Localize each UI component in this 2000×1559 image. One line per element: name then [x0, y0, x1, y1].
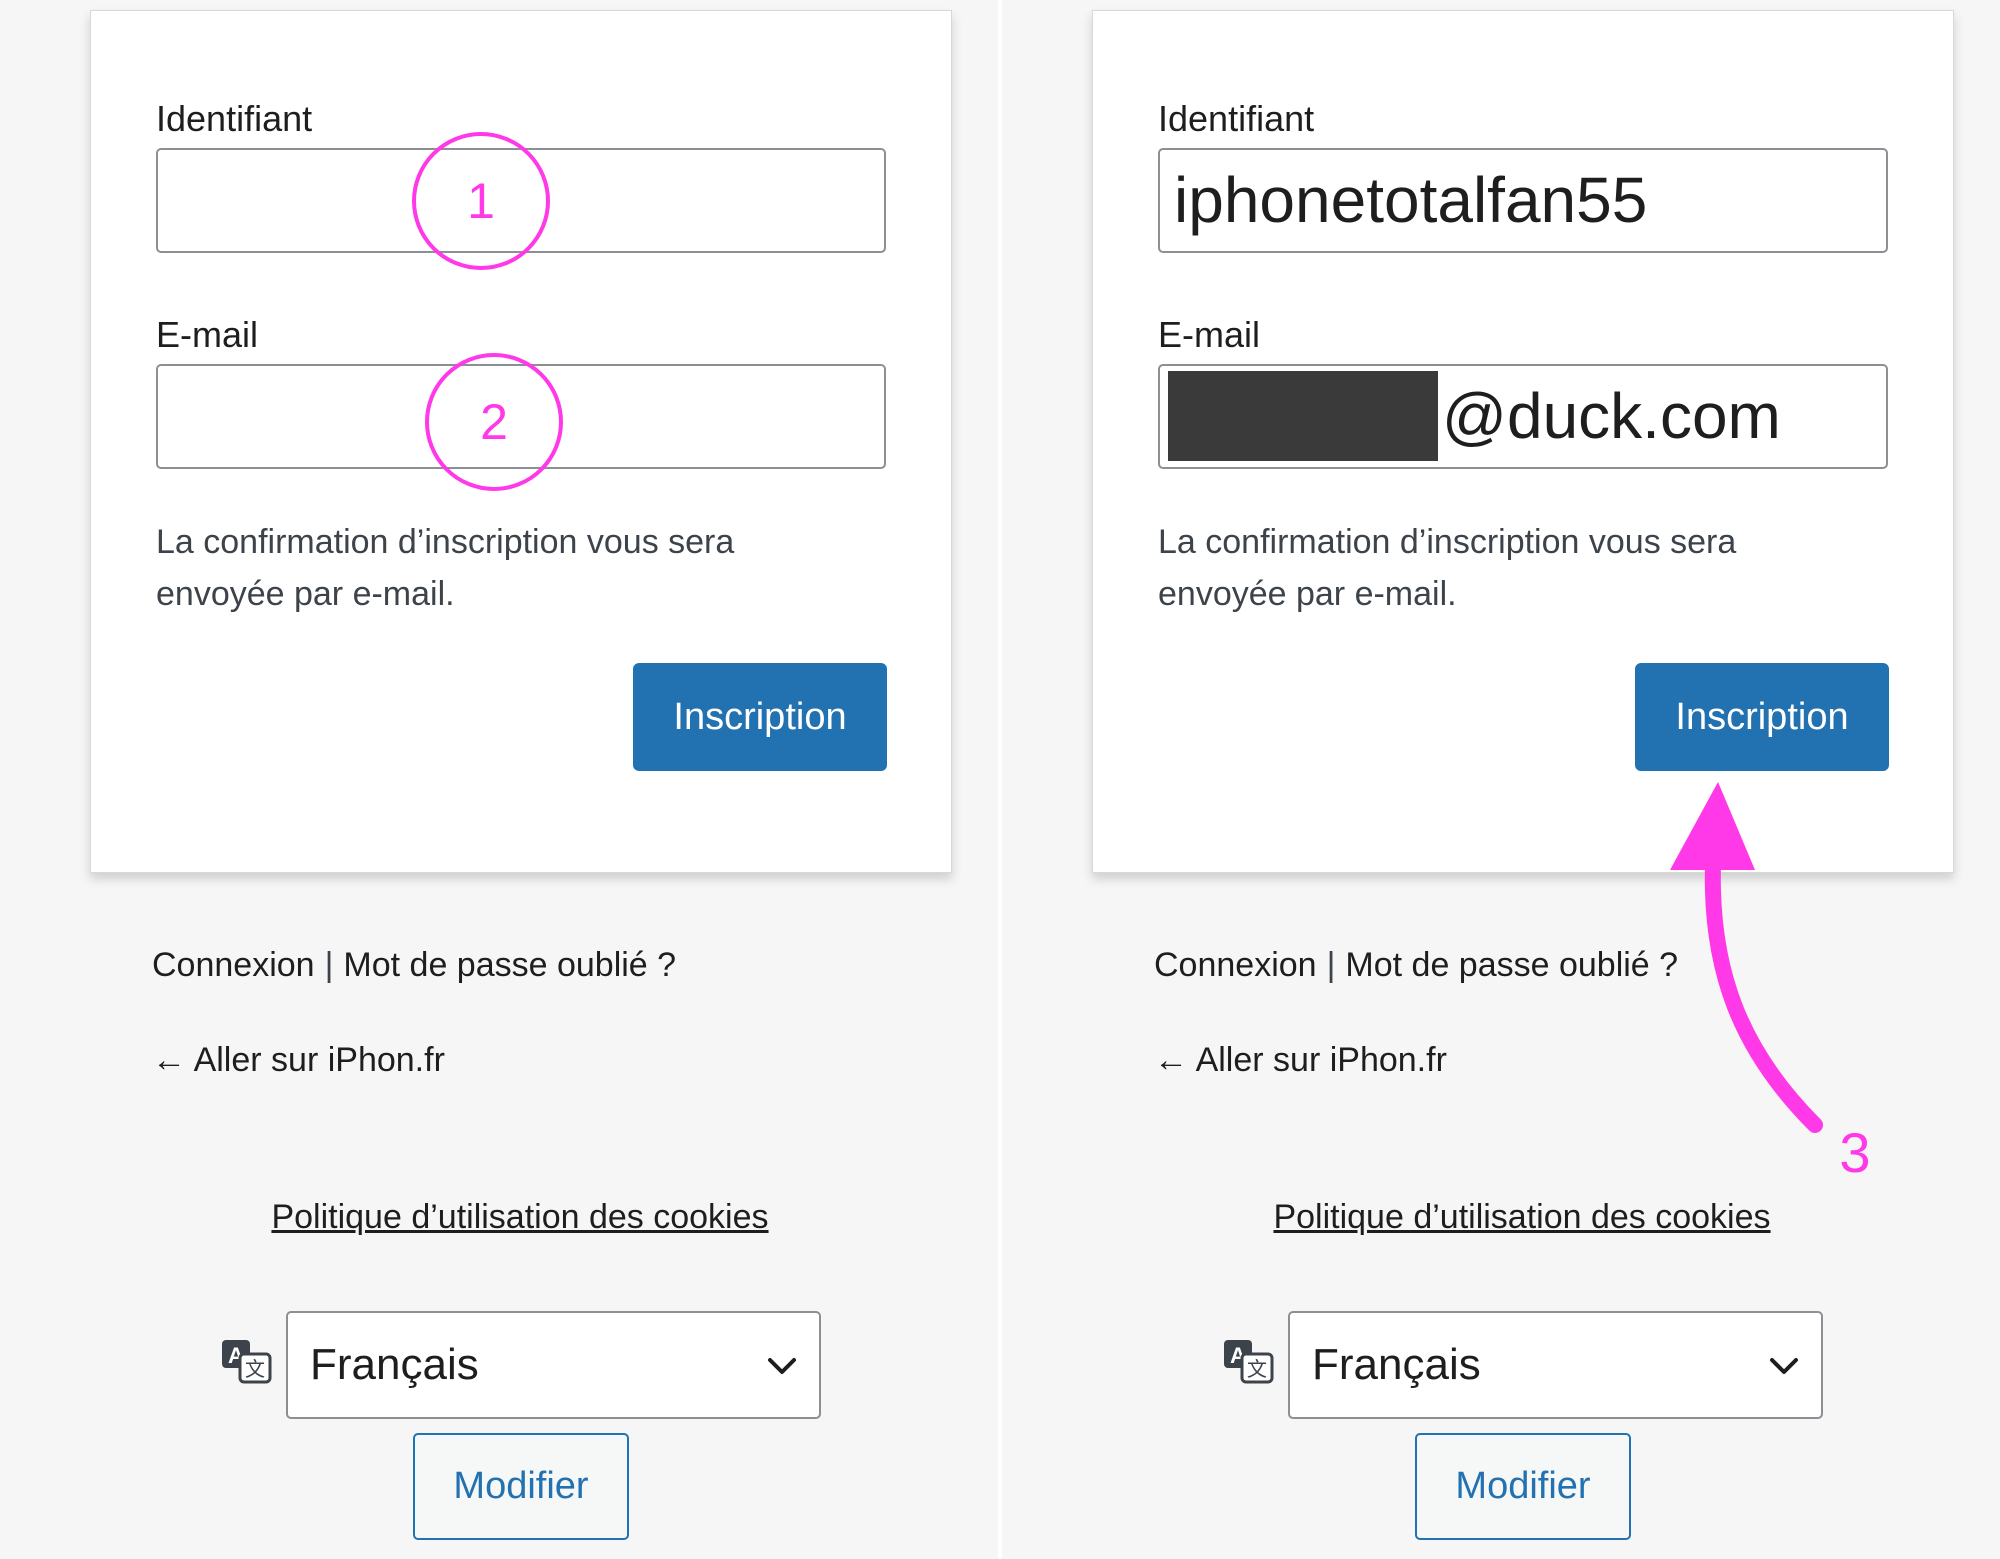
- cookie-policy-link[interactable]: Politique d’utilisation des cookies: [0, 1197, 1040, 1237]
- auth-links: Connexion | Mot de passe oublié ?: [152, 945, 676, 985]
- email-label: E-mail: [156, 314, 259, 355]
- lost-password-link[interactable]: Mot de passe oublié ?: [1345, 946, 1678, 984]
- chevron-down-icon: [1770, 1358, 1798, 1374]
- auth-links: Connexion | Mot de passe oublié ?: [1154, 945, 1678, 985]
- change-language-button[interactable]: Modifier: [413, 1433, 629, 1540]
- registration-note-line1: La confirmation d’inscription vous sera: [156, 523, 735, 561]
- username-input[interactable]: iphonetotalfan55: [1158, 148, 1888, 253]
- register-button[interactable]: Inscription: [1635, 663, 1889, 771]
- language-selected-value: Français: [1312, 1340, 1481, 1389]
- back-to-site-link[interactable]: ← Aller sur iPhon.fr: [152, 1040, 445, 1080]
- username-value: iphonetotalfan55: [1174, 164, 1648, 236]
- language-select[interactable]: Français: [286, 1311, 821, 1419]
- registration-note: La confirmation d’inscription vous sera …: [1158, 516, 1858, 620]
- registration-note-line2: envoyée par e-mail.: [1158, 575, 1457, 613]
- link-separator: |: [1326, 946, 1336, 984]
- username-label: Identifiant: [1158, 98, 1315, 139]
- change-language-button[interactable]: Modifier: [1415, 1433, 1631, 1540]
- annotation-step-2-label: 2: [480, 394, 508, 450]
- chevron-down-icon: [768, 1358, 796, 1374]
- username-label: Identifiant: [156, 98, 313, 139]
- language-selected-value: Français: [310, 1340, 479, 1389]
- login-link[interactable]: Connexion: [1154, 946, 1317, 984]
- register-button[interactable]: Inscription: [633, 663, 887, 771]
- annotation-step-1: 1: [412, 132, 550, 270]
- language-select[interactable]: Français: [1288, 1311, 1823, 1419]
- svg-text:文: 文: [245, 1357, 265, 1381]
- annotation-step-2: 2: [425, 353, 563, 491]
- translation-icon: A 文: [222, 1340, 272, 1384]
- registration-note-line2: envoyée par e-mail.: [156, 575, 455, 613]
- annotation-step-3-label: 3: [1839, 1121, 1870, 1184]
- link-separator: |: [324, 946, 334, 984]
- annotation-step-1-label: 1: [467, 173, 495, 229]
- cookie-policy-link[interactable]: Politique d’utilisation des cookies: [1002, 1197, 2000, 1237]
- registration-note-line1: La confirmation d’inscription vous sera: [1158, 523, 1737, 561]
- registration-form-card: Identifiant iphonetotalfan55 E-mail @duc…: [1092, 10, 1954, 873]
- login-link[interactable]: Connexion: [152, 946, 315, 984]
- email-label: E-mail: [1158, 314, 1261, 355]
- email-input[interactable]: @duck.com: [1158, 364, 1888, 469]
- svg-text:文: 文: [1247, 1357, 1267, 1381]
- lost-password-link[interactable]: Mot de passe oublié ?: [343, 946, 676, 984]
- annotation-step-3-arrow: 3: [1670, 782, 1871, 1184]
- registration-note: La confirmation d’inscription vous sera …: [156, 516, 856, 620]
- back-to-site-link[interactable]: ← Aller sur iPhon.fr: [1154, 1040, 1447, 1080]
- email-value: @duck.com: [1442, 380, 1781, 452]
- translation-icon: A 文: [1224, 1340, 1274, 1384]
- redaction-block: [1168, 371, 1438, 461]
